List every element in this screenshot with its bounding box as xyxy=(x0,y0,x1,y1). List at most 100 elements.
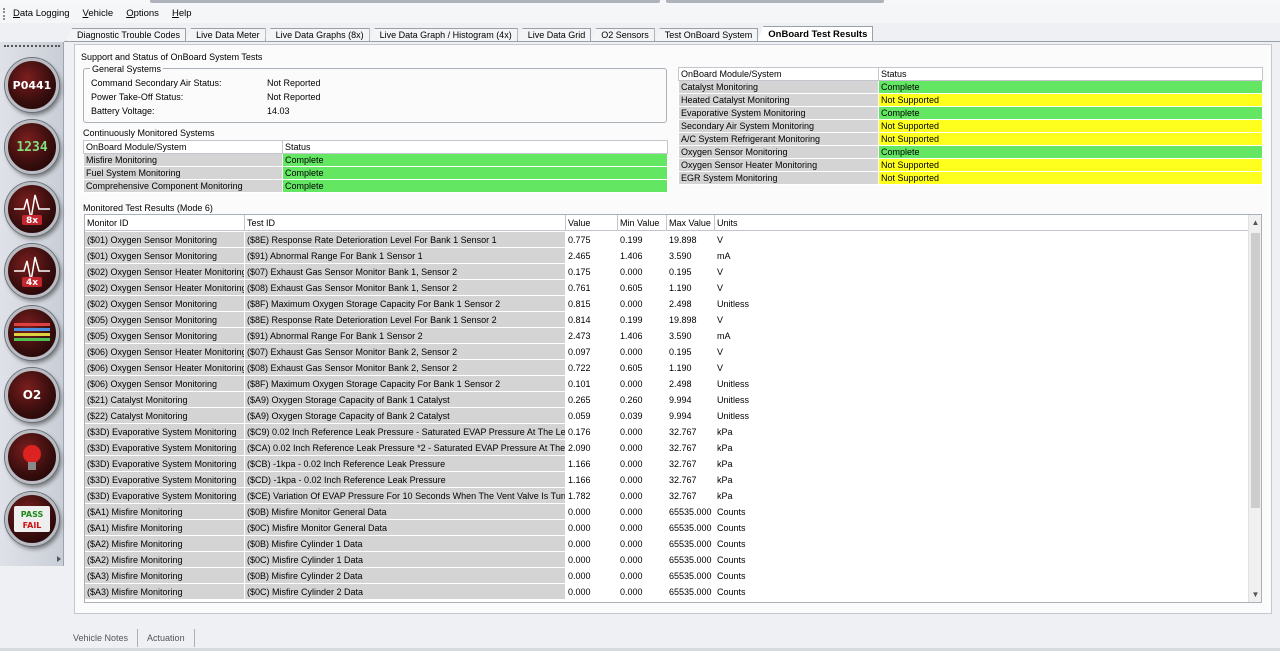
menu-label: ata Logging xyxy=(19,8,70,19)
table-row[interactable]: ($A2) Misfire Monitoring ($0C) Misfire Cy… xyxy=(85,552,1249,568)
table-row[interactable]: ($3D) Evaporative System Monitoring ($CE)… xyxy=(85,488,1249,504)
table-row[interactable]: ($06) Oxygen Sensor Heater Monitoring ($0… xyxy=(85,344,1249,360)
test-id-cell: ($08) Exhaust Gas Sensor Monitor Bank 1,… xyxy=(245,280,566,296)
menu-options[interactable]: Options xyxy=(126,8,159,19)
o2-sensor-icon[interactable]: O2 xyxy=(5,368,59,422)
sidebar-grip[interactable] xyxy=(4,45,60,47)
scroll-up-icon[interactable]: ▲ xyxy=(1251,218,1260,227)
pass-fail-icon[interactable]: PASS FAIL xyxy=(5,492,59,546)
table-row[interactable]: ($05) Oxygen Sensor Monitoring ($91) Abno… xyxy=(85,328,1249,344)
table-row[interactable]: ($A2) Misfire Monitoring ($0B) Misfire Cy… xyxy=(85,536,1249,552)
monitor-id-cell: ($A2) Misfire Monitoring xyxy=(85,536,245,552)
table-row[interactable]: ($06) Oxygen Sensor Heater Monitoring ($0… xyxy=(85,360,1249,376)
table-row[interactable]: Misfire Monitoring Complete xyxy=(83,153,668,167)
table-row[interactable]: Comprehensive Component Monitoring Comple… xyxy=(83,179,668,193)
table-row[interactable]: ($3D) Evaporative System Monitoring ($C9)… xyxy=(85,424,1249,440)
monitor-id-cell: ($3D) Evaporative System Monitoring xyxy=(85,488,245,504)
units-cell: Counts xyxy=(717,555,746,565)
column-header-max-value[interactable]: Max Value xyxy=(667,215,715,231)
menu-label: elp xyxy=(178,8,192,19)
column-header-test-id[interactable]: Test ID xyxy=(245,215,566,231)
table-row[interactable]: Catalyst Monitoring Complete xyxy=(678,80,1263,94)
scroll-down-icon[interactable]: ▼ xyxy=(1251,590,1260,599)
status-cell: Not Supported xyxy=(878,93,1263,107)
table-row[interactable]: EGR System Monitoring Not Supported xyxy=(678,171,1263,185)
tab-live-data-graphs-8x[interactable]: Live Data Graphs (8x) xyxy=(264,28,370,42)
table-row[interactable]: ($01) Oxygen Sensor Monitoring ($8E) Resp… xyxy=(85,232,1249,248)
pto-label: Power Take-Off Status: xyxy=(91,92,184,102)
table-row[interactable]: Oxygen Sensor Heater Monitoring Not Suppo… xyxy=(678,158,1263,172)
table-row[interactable]: Secondary Air System Monitoring Not Suppo… xyxy=(678,119,1263,133)
menu-grip[interactable] xyxy=(3,7,7,20)
monitor-id-cell: ($06) Oxygen Sensor Heater Monitoring xyxy=(85,360,245,376)
column-header[interactable]: Status xyxy=(878,67,1263,81)
table-row[interactable]: ($02) Oxygen Sensor Monitoring ($8F) Maxi… xyxy=(85,296,1249,312)
menu-vehicle[interactable]: Vehicle xyxy=(83,8,114,19)
table-row[interactable]: Evaporative System Monitoring Complete xyxy=(678,106,1263,120)
monitor-id-cell: ($06) Oxygen Sensor Heater Monitoring xyxy=(85,344,245,360)
table-row[interactable]: Fuel System Monitoring Complete xyxy=(83,166,668,180)
test-id-cell: ($07) Exhaust Gas Sensor Monitor Bank 1,… xyxy=(245,264,566,280)
column-header-min-value[interactable]: Min Value xyxy=(618,215,667,231)
tab-live-data-graph-histogram-4x[interactable]: Live Data Graph / Histogram (4x) xyxy=(368,28,518,42)
status-cell: Complete xyxy=(878,145,1263,159)
tab-live-data-meter[interactable]: Live Data Meter xyxy=(185,28,266,42)
tab-o2-sensors[interactable]: O2 Sensors xyxy=(590,28,655,42)
units-cell: kPa xyxy=(717,459,733,469)
table-row[interactable]: ($02) Oxygen Sensor Heater Monitoring ($0… xyxy=(85,280,1249,296)
graphs-4x-icon[interactable]: 4x xyxy=(5,244,59,298)
table-row[interactable]: ($A1) Misfire Monitoring ($0C) Misfire Mo… xyxy=(85,520,1249,536)
test-id-cell: ($CE) Variation Of EVAP Pressure For 10 … xyxy=(245,488,566,504)
tab-vehicle-notes[interactable]: Vehicle Notes xyxy=(64,629,139,647)
tab-actuation[interactable]: Actuation xyxy=(138,629,195,647)
test-id-cell: ($0C) Misfire Cylinder 1 Data xyxy=(245,552,566,568)
table-row[interactable]: ($02) Oxygen Sensor Heater Monitoring ($0… xyxy=(85,264,1249,280)
column-header-monitor-id[interactable]: Monitor ID xyxy=(85,215,245,231)
table-row[interactable]: ($22) Catalyst Monitoring ($A9) Oxygen St… xyxy=(85,408,1249,424)
units-cell: V xyxy=(717,363,724,373)
tab-diagnostic-trouble-codes[interactable]: Diagnostic Trouble Codes xyxy=(66,28,187,42)
units-cell: V xyxy=(717,315,724,325)
graphs-8x-icon[interactable]: 8x xyxy=(5,182,59,236)
scroll-thumb[interactable] xyxy=(1251,233,1260,508)
tab-live-data-grid[interactable]: Live Data Grid xyxy=(516,28,592,42)
table-row[interactable]: ($3D) Evaporative System Monitoring ($CB)… xyxy=(85,456,1249,472)
menu-data-logging[interactable]: Data Logging xyxy=(13,8,70,19)
column-header-units[interactable]: Units xyxy=(715,215,1249,231)
table-row[interactable]: ($A3) Misfire Monitoring ($0C) Misfire Cy… xyxy=(85,584,1249,600)
table-row[interactable]: ($05) Oxygen Sensor Monitoring ($8E) Resp… xyxy=(85,312,1249,328)
status-cell: Not Supported xyxy=(878,132,1263,146)
sidebar-expand-arrow[interactable] xyxy=(57,556,61,562)
tab-onboard-test-results[interactable]: OnBoard Test Results xyxy=(757,26,874,42)
monitor-id-cell: ($3D) Evaporative System Monitoring xyxy=(85,424,245,440)
monitor-id-cell: ($21) Catalyst Monitoring xyxy=(85,392,245,408)
table-row[interactable]: ($01) Oxygen Sensor Monitoring ($91) Abno… xyxy=(85,248,1249,264)
table-row[interactable]: ($21) Catalyst Monitoring ($A9) Oxygen St… xyxy=(85,392,1249,408)
digital-meter-icon[interactable]: 1234 xyxy=(5,120,59,174)
system-name: EGR System Monitoring xyxy=(678,171,879,185)
table-row[interactable]: ($06) Oxygen Sensor Monitoring ($8F) Maxi… xyxy=(85,376,1249,392)
data-grid-icon[interactable] xyxy=(5,306,59,360)
table-row[interactable]: ($3D) Evaporative System Monitoring ($CA)… xyxy=(85,440,1249,456)
table-row[interactable]: A/C System Refrigerant Monitoring Not Sup… xyxy=(678,132,1263,146)
value-cell: 0.761 xyxy=(568,283,591,293)
table-row[interactable]: Heated Catalyst Monitoring Not Supported xyxy=(678,93,1263,107)
min-value-cell: 0.605 xyxy=(620,283,643,293)
table-row[interactable]: ($3D) Evaporative System Monitoring ($CD)… xyxy=(85,472,1249,488)
table-row[interactable]: ($A3) Misfire Monitoring ($0B) Misfire Cy… xyxy=(85,568,1249,584)
column-header[interactable]: OnBoard Module/System xyxy=(83,140,283,154)
results-scrollbar[interactable]: ▲ ▼ xyxy=(1248,215,1261,602)
column-header-value[interactable]: Value xyxy=(566,215,618,231)
column-header[interactable]: OnBoard Module/System xyxy=(678,67,879,81)
p0441-dtc-icon[interactable]: P0441 xyxy=(5,58,59,112)
tab-test-onboard-system[interactable]: Test OnBoard System xyxy=(653,28,759,42)
table-row[interactable]: ($A1) Misfire Monitoring ($0B) Misfire Mo… xyxy=(85,504,1249,520)
table-row[interactable]: Oxygen Sensor Monitoring Complete xyxy=(678,145,1263,159)
test-onboard-icon[interactable] xyxy=(5,430,59,484)
noncontinuous-systems-table: OnBoard Module/System Status Catalyst Mo… xyxy=(678,67,1263,185)
test-id-cell: ($8F) Maximum Oxygen Storage Capacity Fo… xyxy=(245,376,566,392)
dtc-glyph: P0441 xyxy=(12,78,52,92)
menu-help[interactable]: Help xyxy=(172,8,192,19)
column-header[interactable]: Status xyxy=(282,140,668,154)
monitor-id-cell: ($22) Catalyst Monitoring xyxy=(85,408,245,424)
